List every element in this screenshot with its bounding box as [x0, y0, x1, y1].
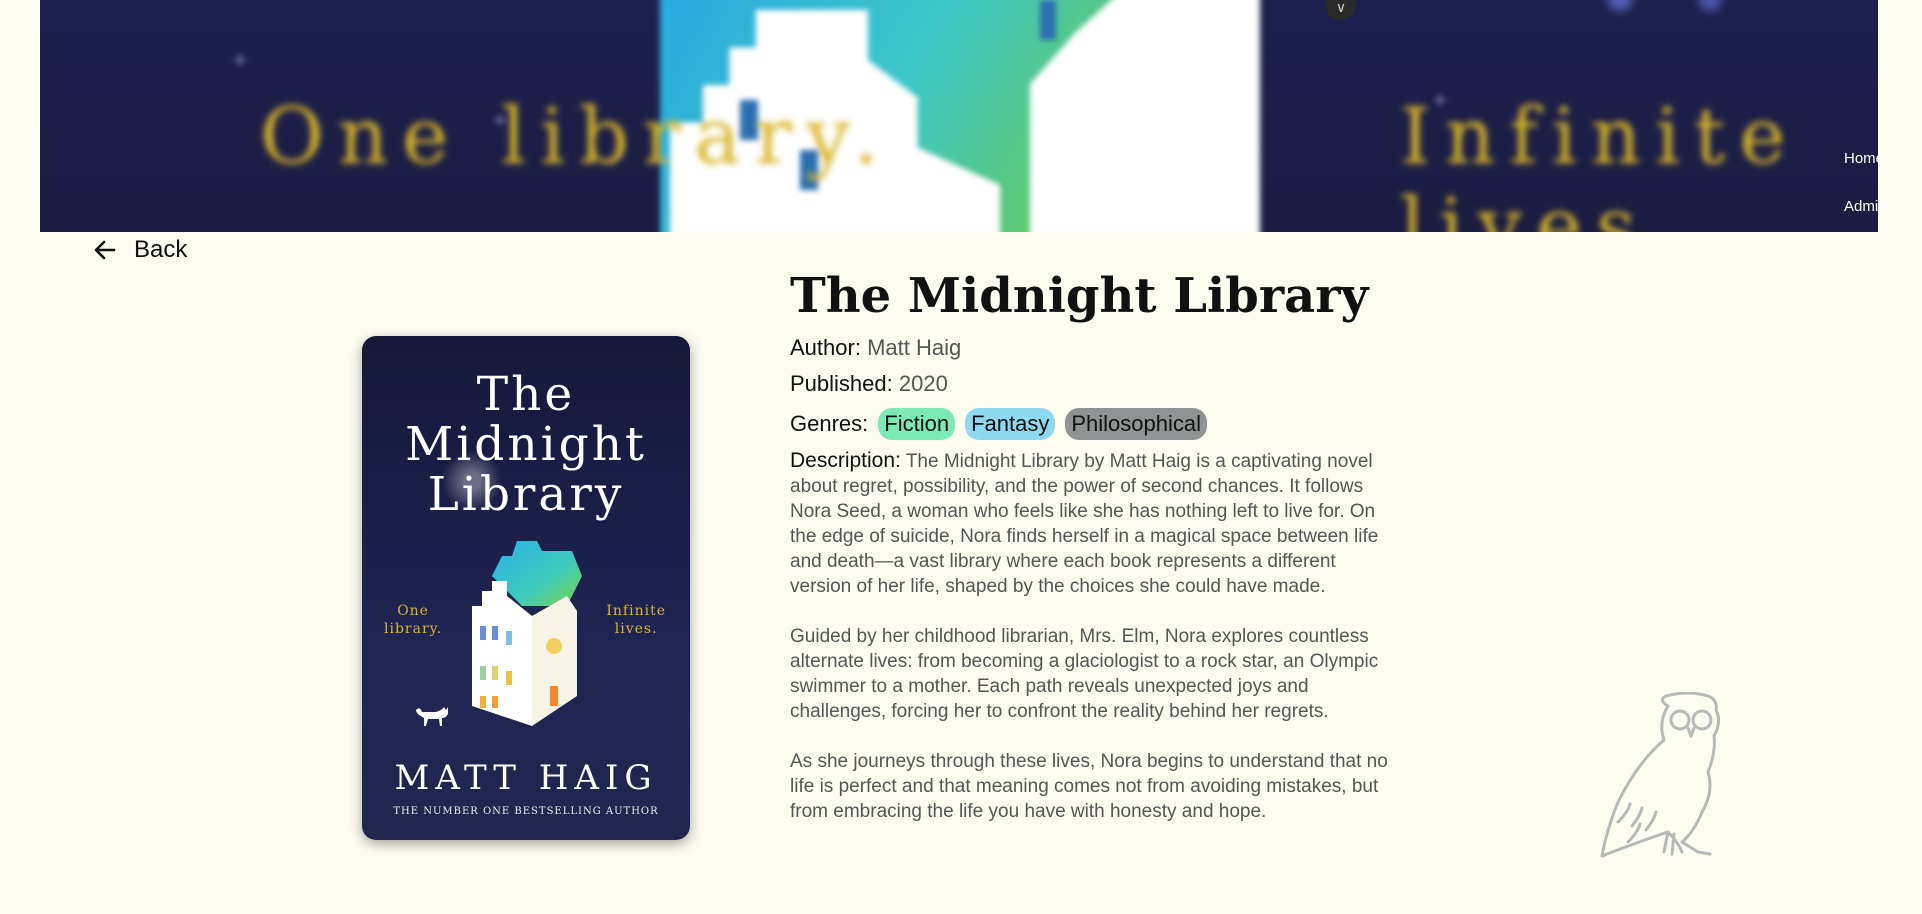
nav-item-sign[interactable]: Sign	[1844, 246, 1904, 294]
genres-row: Genres: Fiction Fantasy Philosophical	[790, 408, 1400, 440]
nav-item-admin[interactable]: Admin	[1844, 198, 1904, 246]
cover-side-line: library.	[384, 621, 443, 637]
description-paragraph: Description: The Midnight Library by Mat…	[790, 448, 1400, 599]
cover-side-line: Infinite	[606, 603, 666, 619]
author-value: Matt Haig	[867, 335, 962, 360]
cover-side-line: One	[397, 603, 429, 619]
back-label: Back	[134, 236, 188, 263]
genre-chip[interactable]: Fiction	[878, 408, 956, 440]
cat-icon	[416, 707, 448, 726]
description-label: Description:	[790, 449, 901, 472]
cover-title-line: Midnight	[405, 417, 647, 472]
cover-tagline: THE NUMBER ONE BESTSELLING AUTHOR	[393, 806, 659, 817]
cover-right-side: Infinite lives.	[606, 602, 666, 638]
nav-menu: Home Admin Sign	[1844, 150, 1904, 294]
description-paragraph: As she journeys through these lives, Nor…	[790, 751, 1388, 822]
published-value: 2020	[898, 371, 948, 396]
published-row: Published: 2020	[790, 370, 1400, 398]
banner-left-text: One library.	[260, 92, 893, 182]
banner-window	[1040, 0, 1056, 40]
banner-right-text: Infinite lives.	[1400, 92, 1800, 232]
back-button[interactable]: Back	[94, 236, 187, 264]
book-cover: The Midnight Library One library. Infini…	[362, 336, 690, 840]
published-label: Published:	[790, 371, 893, 396]
book-details: The Midnight Library Author: Matt Haig P…	[790, 264, 1400, 849]
genres-label: Genres:	[790, 411, 869, 436]
book-title: The Midnight Library	[790, 268, 1369, 324]
description: Description: The Midnight Library by Mat…	[790, 448, 1400, 824]
arrow-left-icon	[94, 240, 116, 260]
author-label: Author:	[790, 335, 861, 360]
description-text: The Midnight Library by Matt Haig is a c…	[790, 451, 1379, 597]
cover-author: MATT HAIG	[394, 758, 658, 798]
nav-item-home[interactable]: Home	[1844, 150, 1904, 198]
description-paragraph: Guided by her childhood librarian, Mrs. …	[790, 626, 1379, 722]
genre-chip[interactable]: Philosophical	[1065, 408, 1207, 440]
banner-background: One library. Infinite lives.	[40, 0, 1878, 232]
author-row: Author: Matt Haig	[790, 334, 1400, 362]
cover-left-side: One library.	[384, 602, 442, 638]
owl-icon	[1600, 692, 1721, 858]
genre-chip[interactable]: Fantasy	[965, 408, 1056, 440]
cover-building-illustration	[472, 541, 582, 726]
cover-title: The Midnight Library	[362, 370, 690, 520]
hero-banner: One library. Infinite lives. ∨	[40, 0, 1878, 232]
cover-title-line: Library	[427, 467, 625, 522]
cover-side-line: lives.	[614, 621, 658, 637]
cover-title-line: The	[476, 367, 576, 422]
